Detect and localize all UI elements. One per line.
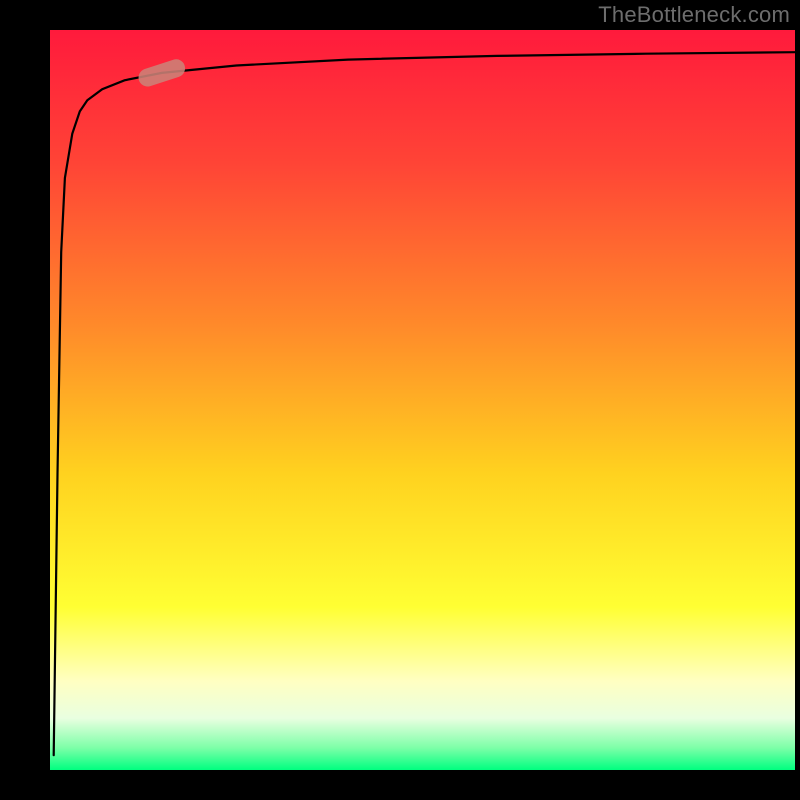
chart-frame: TheBottleneck.com xyxy=(0,0,800,800)
bottleneck-chart xyxy=(0,0,800,800)
plot-background xyxy=(50,30,795,770)
